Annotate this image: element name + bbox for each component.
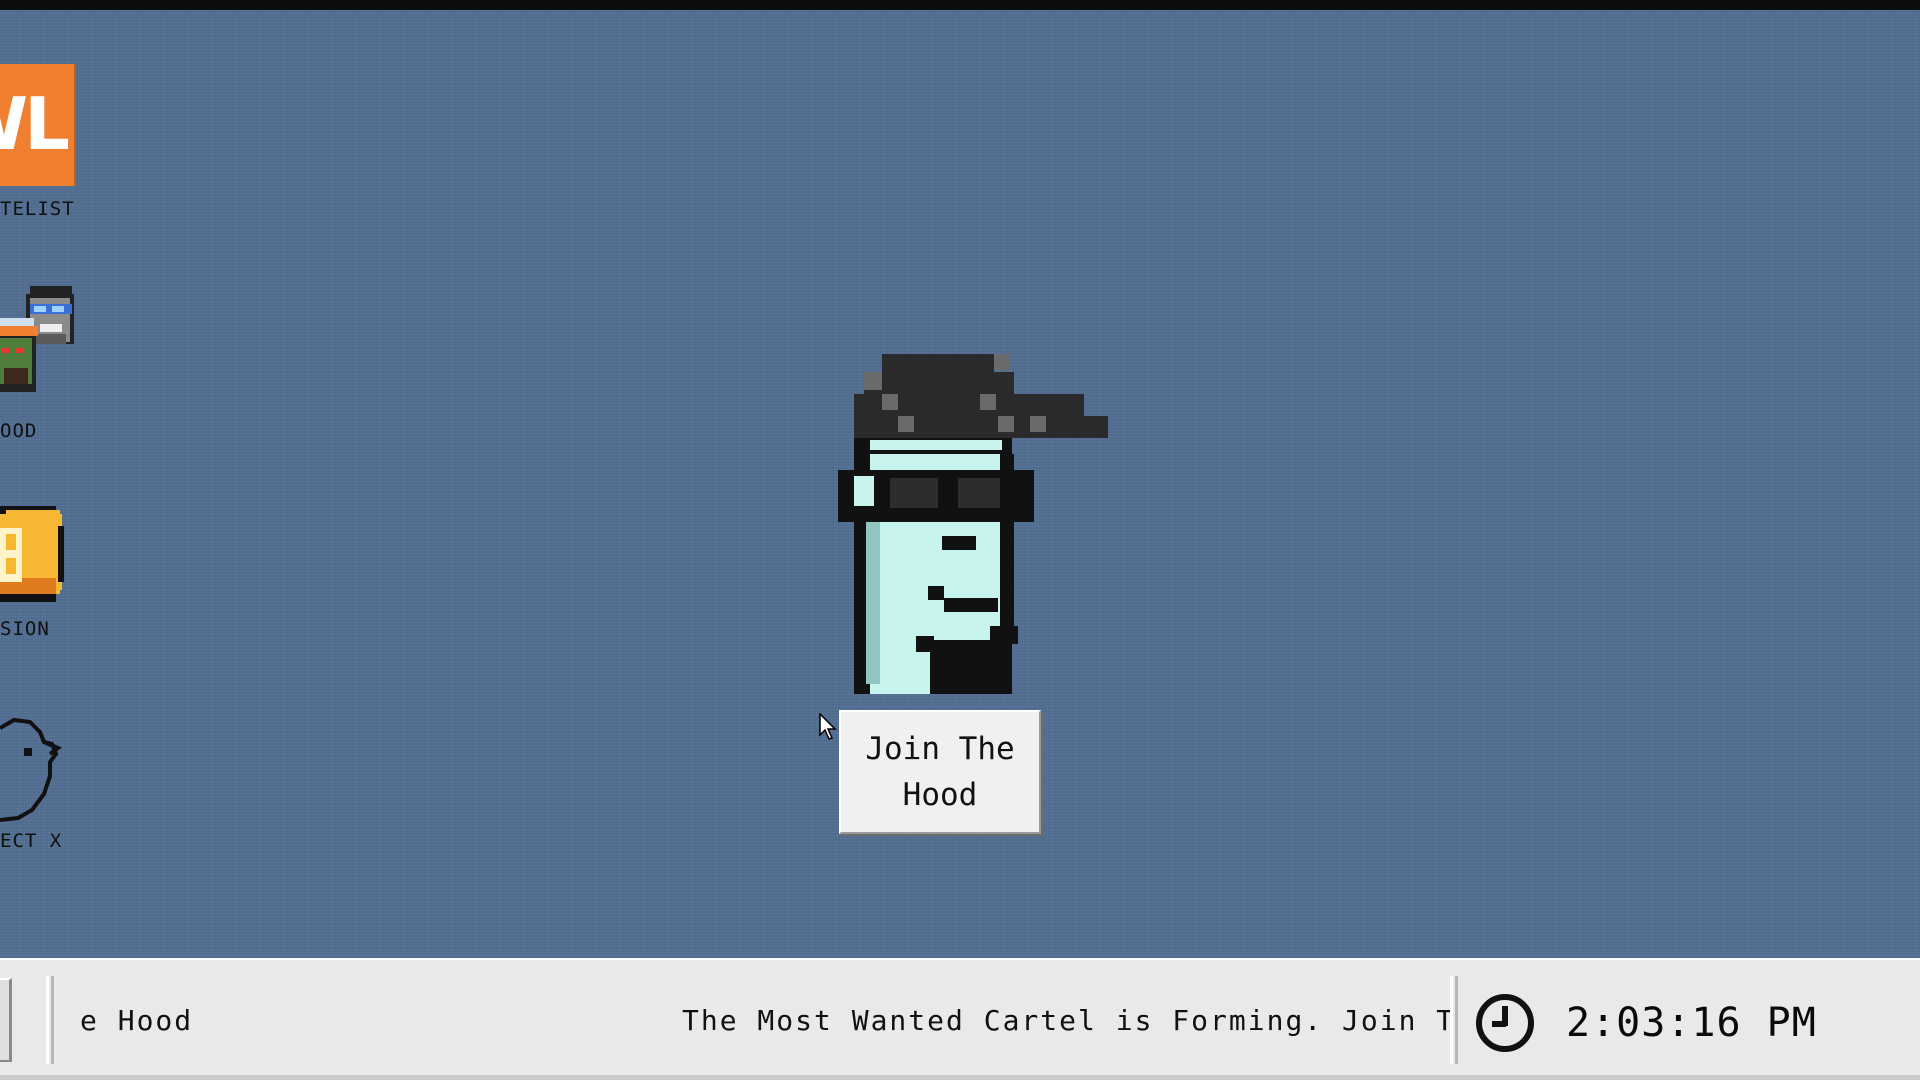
news-ticker: e Hood The Most Wanted Cartel is Forming… <box>62 960 1452 1080</box>
whitelist-icon: WL <box>0 64 76 186</box>
join-the-hood-button[interactable]: Join The Hood <box>839 710 1041 834</box>
desktop-icon-label: OOD <box>0 420 38 442</box>
start-button-edge[interactable] <box>0 978 12 1062</box>
screen-bottom-edge <box>0 1075 1920 1080</box>
desktop-icon-label: TELIST <box>0 198 75 220</box>
bitcoin-coin-icon <box>0 506 64 602</box>
top-bar <box>0 0 1920 10</box>
desktop-icon-label: ECT X <box>0 830 63 852</box>
bird-outline-icon <box>0 717 62 822</box>
pixel-punk-avatar-icon <box>838 354 1108 694</box>
mouse-pointer-icon <box>819 713 837 740</box>
taskbar-separator <box>46 976 54 1064</box>
clock-icon <box>1476 994 1534 1052</box>
hood-punks-icon <box>0 286 74 392</box>
taskbar-separator <box>1450 976 1458 1064</box>
ticker-text-right: The Most Wanted Cartel is Forming. Join … <box>682 1004 1452 1037</box>
taskbar: e Hood The Most Wanted Cartel is Forming… <box>0 958 1920 1080</box>
desktop-icon-label: SION <box>0 618 50 640</box>
desktop: WL TELIST <box>0 10 1920 958</box>
screen: WL TELIST <box>0 0 1920 1080</box>
clock-time: 2:03:16 PM <box>1566 1000 1817 1046</box>
ticker-text-left: e Hood <box>80 1004 194 1037</box>
whitelist-icon-glyph: WL <box>0 82 70 166</box>
desktop-icon-hood[interactable]: OOD <box>0 274 100 454</box>
desktop-icon-whitelist[interactable]: WL TELIST <box>0 64 100 236</box>
desktop-icon-mission[interactable]: SION <box>0 500 100 660</box>
desktop-icon-project-x[interactable]: ECT X <box>0 714 100 874</box>
